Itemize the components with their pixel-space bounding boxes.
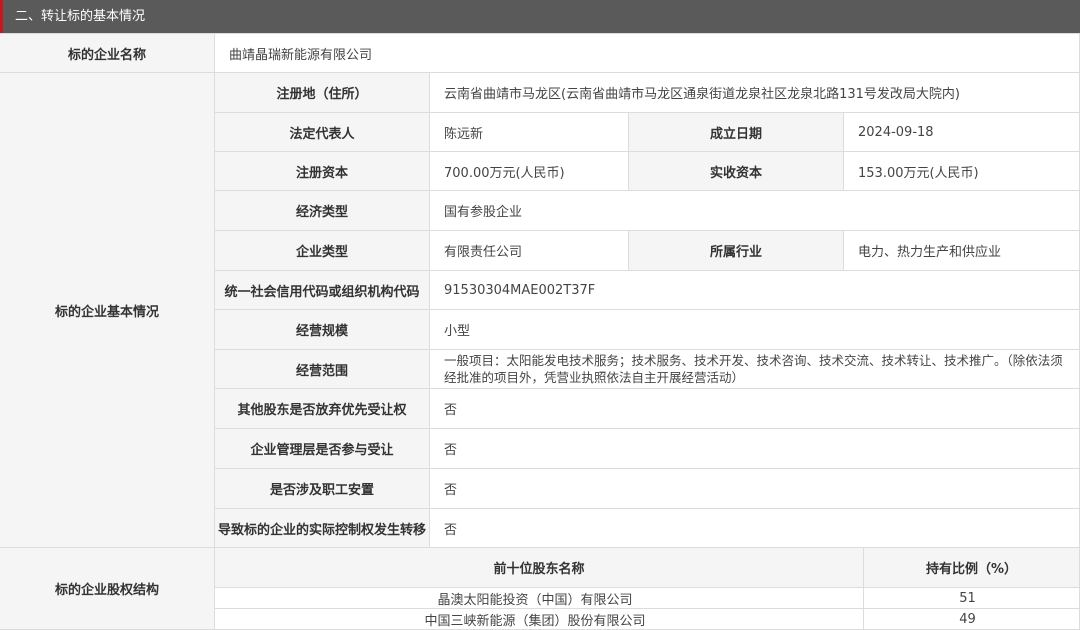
mgmt-participate-label: 企业管理层是否参与受让: [215, 429, 430, 469]
holding-ratio-cell: 49: [864, 609, 1080, 630]
industry-label: 所属行业: [629, 231, 844, 271]
staff-resettlement-label: 是否涉及职工安置: [215, 469, 430, 509]
registered-capital-value: 700.00万元(人民币): [430, 152, 629, 191]
control-transfer-value: 否: [430, 509, 1080, 548]
shareholder-name-cell: 中国三峡新能源（集团）股份有限公司: [215, 609, 864, 630]
waive-preemption-label: 其他股东是否放弃优先受让权: [215, 389, 430, 429]
registered-capital-label: 注册资本: [215, 152, 430, 191]
economic-type-value: 国有参股企业: [430, 191, 1080, 231]
paid-capital-value: 153.00万元(人民币): [844, 152, 1080, 191]
legal-rep-value: 陈远新: [430, 113, 629, 152]
established-label: 成立日期: [629, 113, 844, 152]
credit-code-value: 91530304MAE002T37F: [430, 271, 1080, 310]
enterprise-type-label: 企业类型: [215, 231, 430, 271]
registered-address-label: 注册地（住所）: [215, 73, 430, 113]
established-value: 2024-09-18: [844, 113, 1080, 152]
industry-value: 电力、热力生产和供应业: [844, 231, 1080, 271]
business-scope-label: 经营范围: [215, 350, 430, 389]
legal-rep-label: 法定代表人: [215, 113, 430, 152]
section-header: 二、转让标的基本情况: [0, 0, 1080, 33]
registered-address-value: 云南省曲靖市马龙区(云南省曲靖市马龙区通泉街道龙泉社区龙泉北路131号发改局大院…: [430, 73, 1080, 113]
business-scope-value: 一般项目：太阳能发电技术服务；技术服务、技术开发、技术咨询、技术交流、技术转让、…: [430, 350, 1080, 389]
enterprise-type-value: 有限责任公司: [430, 231, 629, 271]
control-transfer-label: 导致标的企业的实际控制权发生转移: [215, 509, 430, 548]
shareholder-name-header: 前十位股东名称: [215, 548, 864, 588]
section-title: 二、转让标的基本情况: [15, 9, 146, 24]
economic-type-label: 经济类型: [215, 191, 430, 231]
holding-ratio-cell: 51: [864, 588, 1080, 609]
shareholder-name-cell: 晶澳太阳能投资（中国）有限公司: [215, 588, 864, 609]
mgmt-participate-value: 否: [430, 429, 1080, 469]
basic-info-group-label: 标的企业基本情况: [0, 73, 215, 548]
scale-label: 经营规模: [215, 310, 430, 350]
holding-ratio-header: 持有比例（%）: [864, 548, 1080, 588]
company-name-label: 标的企业名称: [0, 34, 215, 73]
equity-group-label: 标的企业股权结构: [0, 548, 215, 630]
waive-preemption-value: 否: [430, 389, 1080, 429]
credit-code-label: 统一社会信用代码或组织机构代码: [215, 271, 430, 310]
company-name-value: 曲靖晶瑞新能源有限公司: [215, 34, 1080, 73]
scale-value: 小型: [430, 310, 1080, 350]
staff-resettlement-value: 否: [430, 469, 1080, 509]
paid-capital-label: 实收资本: [629, 152, 844, 191]
